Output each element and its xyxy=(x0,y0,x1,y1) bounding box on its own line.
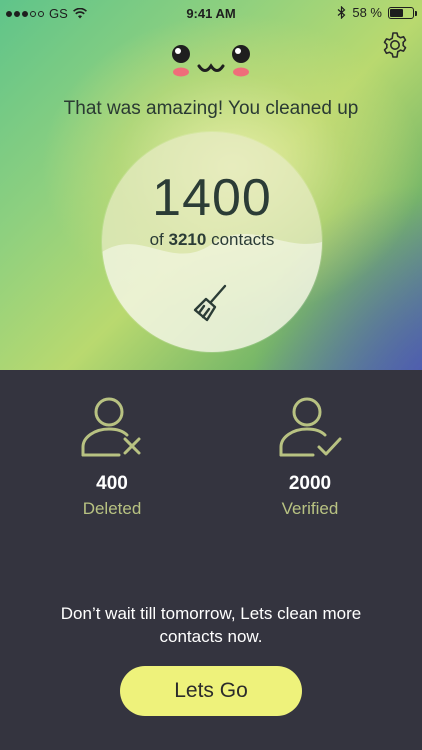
user-remove-icon xyxy=(81,397,141,457)
status-right: 58 % xyxy=(337,5,417,20)
cta-message: Don’t wait till tomorrow, Lets clean mor… xyxy=(0,602,422,648)
deleted-label: Deleted xyxy=(82,499,142,518)
lets-go-button[interactable]: Lets Go xyxy=(120,666,302,716)
headline: That was amazing! You cleaned up xyxy=(63,98,359,119)
of-label: of xyxy=(149,230,164,249)
stats-section: 400 Deleted 2000 Verified xyxy=(0,395,422,525)
bluetooth-icon xyxy=(337,6,346,19)
verified-count: 2000 xyxy=(288,473,332,494)
total-count: 3210 xyxy=(168,230,207,249)
stat-verified: 2000 Verified xyxy=(240,395,380,519)
total-line: of 3210 contacts xyxy=(102,230,322,250)
battery-percent: 58 % xyxy=(352,5,382,20)
cleaned-count: 1400 xyxy=(152,169,272,227)
status-bar: GS 9:41 AM 58 % xyxy=(0,0,422,26)
stat-deleted: 400 Deleted xyxy=(42,395,182,519)
kawaii-face-icon xyxy=(172,45,250,77)
battery-fill xyxy=(390,8,403,17)
battery-icon xyxy=(388,6,417,19)
deleted-count: 400 xyxy=(96,473,128,494)
broom-icon xyxy=(193,284,227,322)
user-check-icon xyxy=(279,397,342,457)
cta-message-text: Don’t wait till tomorrow, Lets clean mor… xyxy=(60,604,362,646)
gear-icon[interactable] xyxy=(380,30,410,60)
contacts-label: contacts xyxy=(211,230,275,249)
summary-circle: 1400 of 3210 contacts xyxy=(102,132,322,352)
hero-section: GS 9:41 AM 58 % That was amazing! You cl… xyxy=(0,0,422,370)
verified-label: Verified xyxy=(281,499,339,518)
